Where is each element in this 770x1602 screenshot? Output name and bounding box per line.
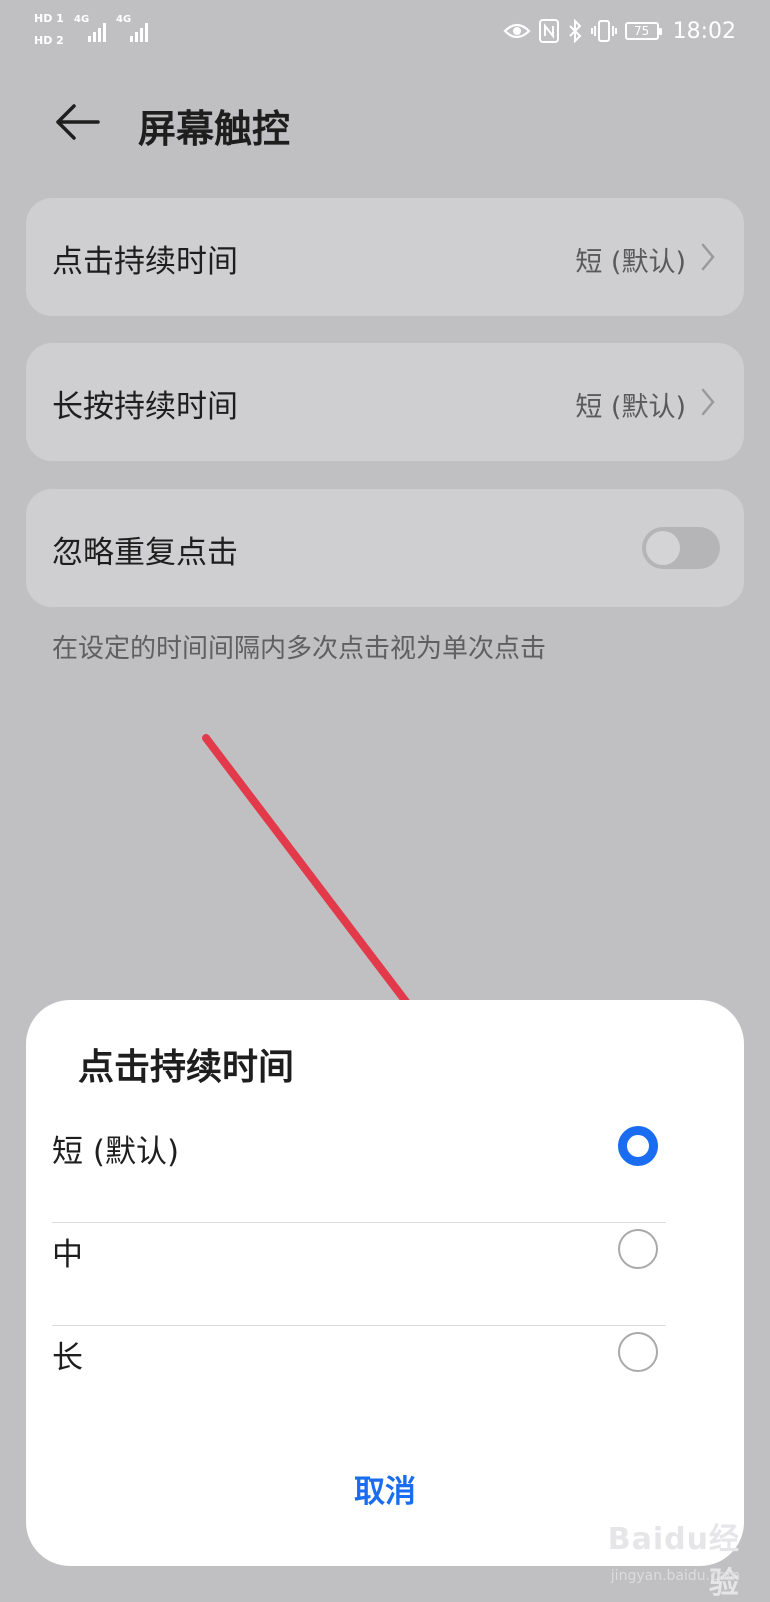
ignore-repeat-label: 忽略重复点击 (52, 535, 238, 571)
clock: 18:02 (672, 18, 736, 44)
option-label: 短 (默认) (52, 1134, 180, 1170)
tap-duration-label: 点击持续时间 (52, 244, 238, 280)
ignore-repeat-item: 忽略重复点击 (26, 489, 744, 607)
chevron-right-icon (701, 243, 715, 271)
watermark-logo: Baidu经验 (607, 1522, 740, 1601)
option-long[interactable]: 长 (52, 1302, 666, 1404)
back-arrow-icon[interactable] (54, 102, 100, 142)
status-bar: HD 1 HD 2 4G 4G 75 18:02 (0, 0, 770, 62)
dialog-title: 点击持续时间 (78, 1047, 295, 1088)
option-label: 长 (52, 1340, 83, 1376)
header: 屏幕触控 (0, 92, 770, 152)
option-label: 中 (52, 1237, 83, 1273)
sim1-hd-badge: HD 1 (34, 12, 64, 25)
long-press-duration-value: 短 (默认) (575, 392, 686, 423)
battery-icon: 75 (624, 22, 662, 40)
signal-bars-icon (130, 23, 148, 42)
battery-level: 75 (633, 24, 650, 38)
option-medium[interactable]: 中 (52, 1199, 666, 1301)
page-title: 屏幕触控 (138, 107, 291, 151)
watermark-url: jingyan.baidu.com (610, 1568, 740, 1584)
ignore-repeat-hint: 在设定的时间间隔内多次点击视为单次点击 (52, 634, 547, 664)
status-icons: 75 18:02 (503, 14, 736, 48)
ignore-repeat-toggle[interactable] (642, 527, 720, 569)
baidu-watermark: Baidu经验 jingyan.baidu.com (590, 1514, 740, 1601)
signal-area: HD 1 HD 2 4G 4G (34, 10, 164, 54)
toggle-knob (646, 531, 680, 565)
vibrate-icon (590, 20, 617, 42)
radio-selected-icon[interactable] (618, 1126, 658, 1166)
network-type-2: 4G (116, 14, 132, 25)
eye-icon (503, 23, 531, 39)
radio-unselected-icon[interactable] (618, 1229, 658, 1269)
tap-duration-value: 短 (默认) (575, 247, 686, 278)
bluetooth-icon (568, 19, 582, 43)
radio-unselected-icon[interactable] (618, 1332, 658, 1372)
option-short[interactable]: 短 (默认) (52, 1096, 666, 1198)
sim2-hd-badge: HD 2 (34, 34, 64, 47)
long-press-duration-label: 长按持续时间 (52, 389, 238, 425)
tap-duration-item[interactable]: 点击持续时间 短 (默认) (26, 198, 744, 316)
long-press-duration-item[interactable]: 长按持续时间 短 (默认) (26, 343, 744, 461)
nfc-icon (538, 19, 559, 43)
signal-bars-icon (88, 23, 106, 42)
cancel-button[interactable]: 取消 (26, 1466, 744, 1511)
chevron-right-icon (701, 388, 715, 416)
network-type-1: 4G (74, 14, 90, 25)
